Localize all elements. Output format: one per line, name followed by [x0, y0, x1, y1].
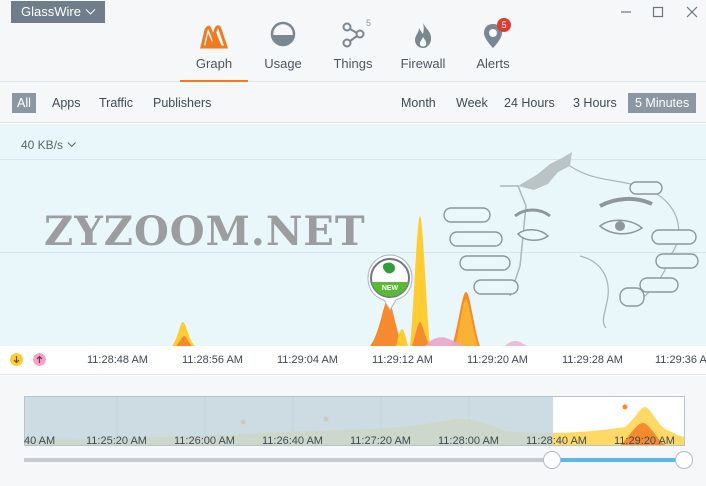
maximize-button[interactable] [648, 3, 668, 21]
maximize-icon [652, 6, 664, 18]
download-arrow-icon [10, 353, 23, 366]
usage-gauge-icon [268, 20, 298, 50]
new-app-pin-icon[interactable]: NEW [367, 252, 413, 312]
overview-tick-label: 11:28:40 AM [526, 435, 587, 447]
range-month-button[interactable]: Month [396, 93, 441, 113]
things-count-badge: 5 [366, 18, 372, 28]
overview-scroll-track[interactable] [24, 458, 686, 462]
upload-arrow-icon [33, 353, 46, 366]
alerts-count-badge: 5 [497, 18, 511, 32]
range-3-hours-button[interactable]: 3 Hours [568, 93, 622, 113]
tab-label: Firewall [400, 56, 446, 71]
tab-label: Things [333, 56, 373, 71]
range-5-minutes-button[interactable]: 5 Minutes [628, 93, 697, 113]
range-start-handle[interactable] [543, 451, 561, 469]
time-tick-label: 11:29:36 A [655, 354, 706, 366]
graph-flame-icon [199, 20, 229, 50]
overview-tick-label: 40 AM [24, 435, 56, 447]
traffic-peaks [172, 216, 528, 346]
chevron-down-icon [85, 4, 96, 15]
time-tick-label: 11:29:28 AM [562, 354, 623, 366]
top-bar: GlassWire Graph Usage 5 Things Firewall … [0, 0, 706, 82]
overview-selected-range [552, 458, 686, 462]
tab-firewall[interactable]: Firewall [388, 18, 458, 82]
filter-apps-button[interactable]: Apps [47, 93, 86, 113]
overview-tick-label: 11:28:00 AM [438, 435, 499, 447]
things-network-icon: 5 [338, 18, 372, 50]
traffic-graph[interactable]: 40 KB/s ZYZOOM.NET NEW [0, 124, 706, 346]
filter-traffic-button[interactable]: Traffic [94, 93, 138, 113]
time-tick-label: 11:28:48 AM [87, 354, 148, 366]
overview-tick-label: 11:25:20 AM [86, 435, 147, 447]
overview-tick-label: 11:26:00 AM [174, 435, 235, 447]
tab-label: Alerts [476, 56, 510, 71]
firewall-flame-icon [408, 20, 438, 50]
time-tick-label: 11:28:56 AM [182, 354, 243, 366]
range-week-button[interactable]: Week [451, 93, 493, 113]
close-button[interactable] [682, 3, 702, 21]
close-icon [686, 6, 698, 18]
tab-graph[interactable]: Graph [180, 18, 248, 82]
minimize-button[interactable] [616, 3, 636, 21]
time-tick-label: 11:29:04 AM [277, 354, 338, 366]
time-tick-label: 11:29:20 AM [467, 354, 528, 366]
tab-label: Usage [264, 56, 302, 71]
timeline-overview[interactable]: 40 AM 11:25:20 AM 11:26:00 AM 11:26:40 A… [0, 376, 706, 486]
overview-tick-label: 11:26:40 AM [262, 435, 323, 447]
overview-tick-label: 11:27:20 AM [350, 435, 411, 447]
alerts-pin-icon: 5 [478, 18, 511, 50]
overview-tick-label: 11:29:20 AM [614, 435, 675, 447]
app-menu-button[interactable]: GlassWire [11, 1, 105, 23]
new-pin-label: NEW [382, 285, 399, 292]
filter-all-button[interactable]: All [12, 93, 36, 113]
time-tick-label: 11:29:12 AM [372, 354, 433, 366]
filter-bar: All Apps Traffic Publishers Month Week 2… [0, 82, 706, 123]
minimize-icon [621, 11, 631, 13]
range-end-handle[interactable] [675, 451, 693, 469]
tab-usage[interactable]: Usage [248, 18, 318, 82]
range-24-hours-button[interactable]: 24 Hours [499, 93, 560, 113]
tab-things[interactable]: 5 Things [318, 18, 388, 82]
filter-publishers-button[interactable]: Publishers [148, 93, 216, 113]
app-menu-label: GlassWire [21, 4, 81, 19]
tab-alerts[interactable]: 5 Alerts [458, 18, 528, 82]
tab-label: Graph [195, 56, 233, 71]
time-axis: 11:28:48 AM 11:28:56 AM 11:29:04 AM 11:2… [0, 346, 706, 375]
